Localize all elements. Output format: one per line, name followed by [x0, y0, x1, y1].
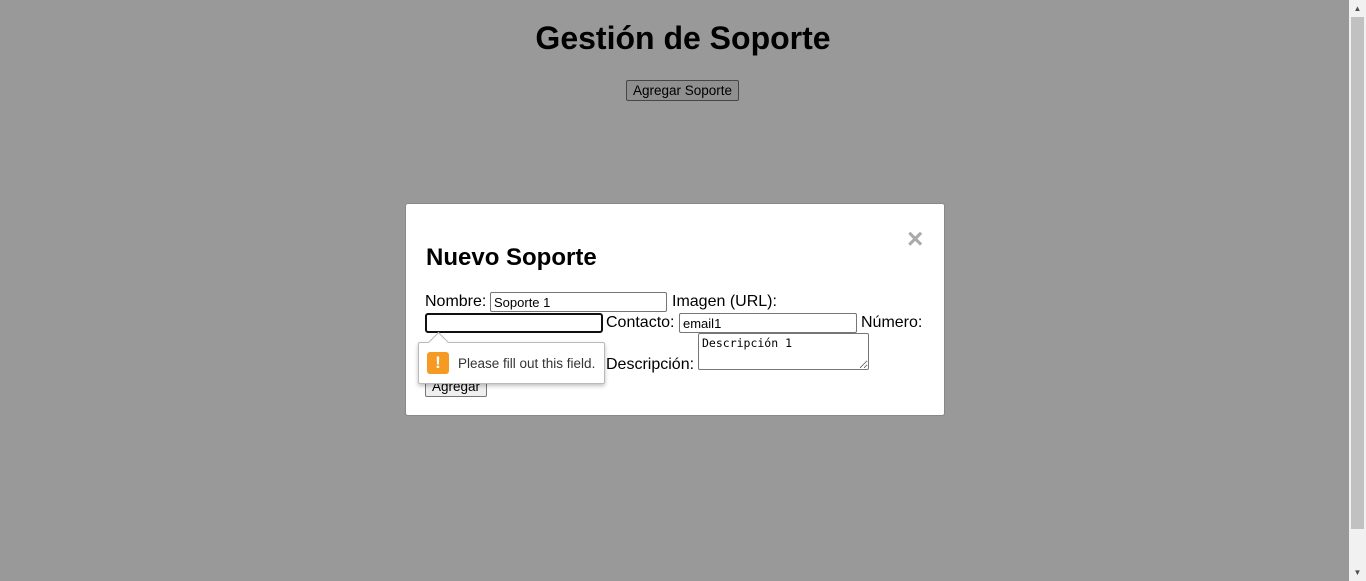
close-icon[interactable]: ×	[907, 225, 923, 253]
imagen-label: Imagen (URL):	[672, 293, 777, 310]
modal-title: Nuevo Soporte	[426, 244, 597, 271]
contacto-label: Contacto:	[606, 314, 675, 331]
descripcion-textarea[interactable]: Descripción 1	[698, 333, 869, 370]
validation-message: Please fill out this field.	[458, 356, 596, 371]
warning-icon: !	[427, 352, 449, 374]
nombre-input[interactable]	[490, 292, 667, 312]
descripcion-label: Descripción:	[606, 356, 695, 373]
numero-label: Número:	[861, 314, 923, 331]
scroll-up-icon[interactable]: ▲	[1349, 0, 1366, 17]
nombre-label: Nombre:	[425, 293, 487, 310]
scroll-thumb[interactable]	[1351, 17, 1364, 529]
imagen-url-input[interactable]	[425, 313, 603, 333]
vertical-scrollbar[interactable]: ▲ ▼	[1349, 0, 1366, 581]
contacto-input[interactable]	[679, 313, 857, 333]
new-support-modal: × Nuevo Soporte Nombre: Imagen (URL): Co…	[405, 203, 945, 416]
validation-tooltip: ! Please fill out this field.	[418, 331, 605, 384]
scroll-down-icon[interactable]: ▼	[1349, 564, 1366, 581]
